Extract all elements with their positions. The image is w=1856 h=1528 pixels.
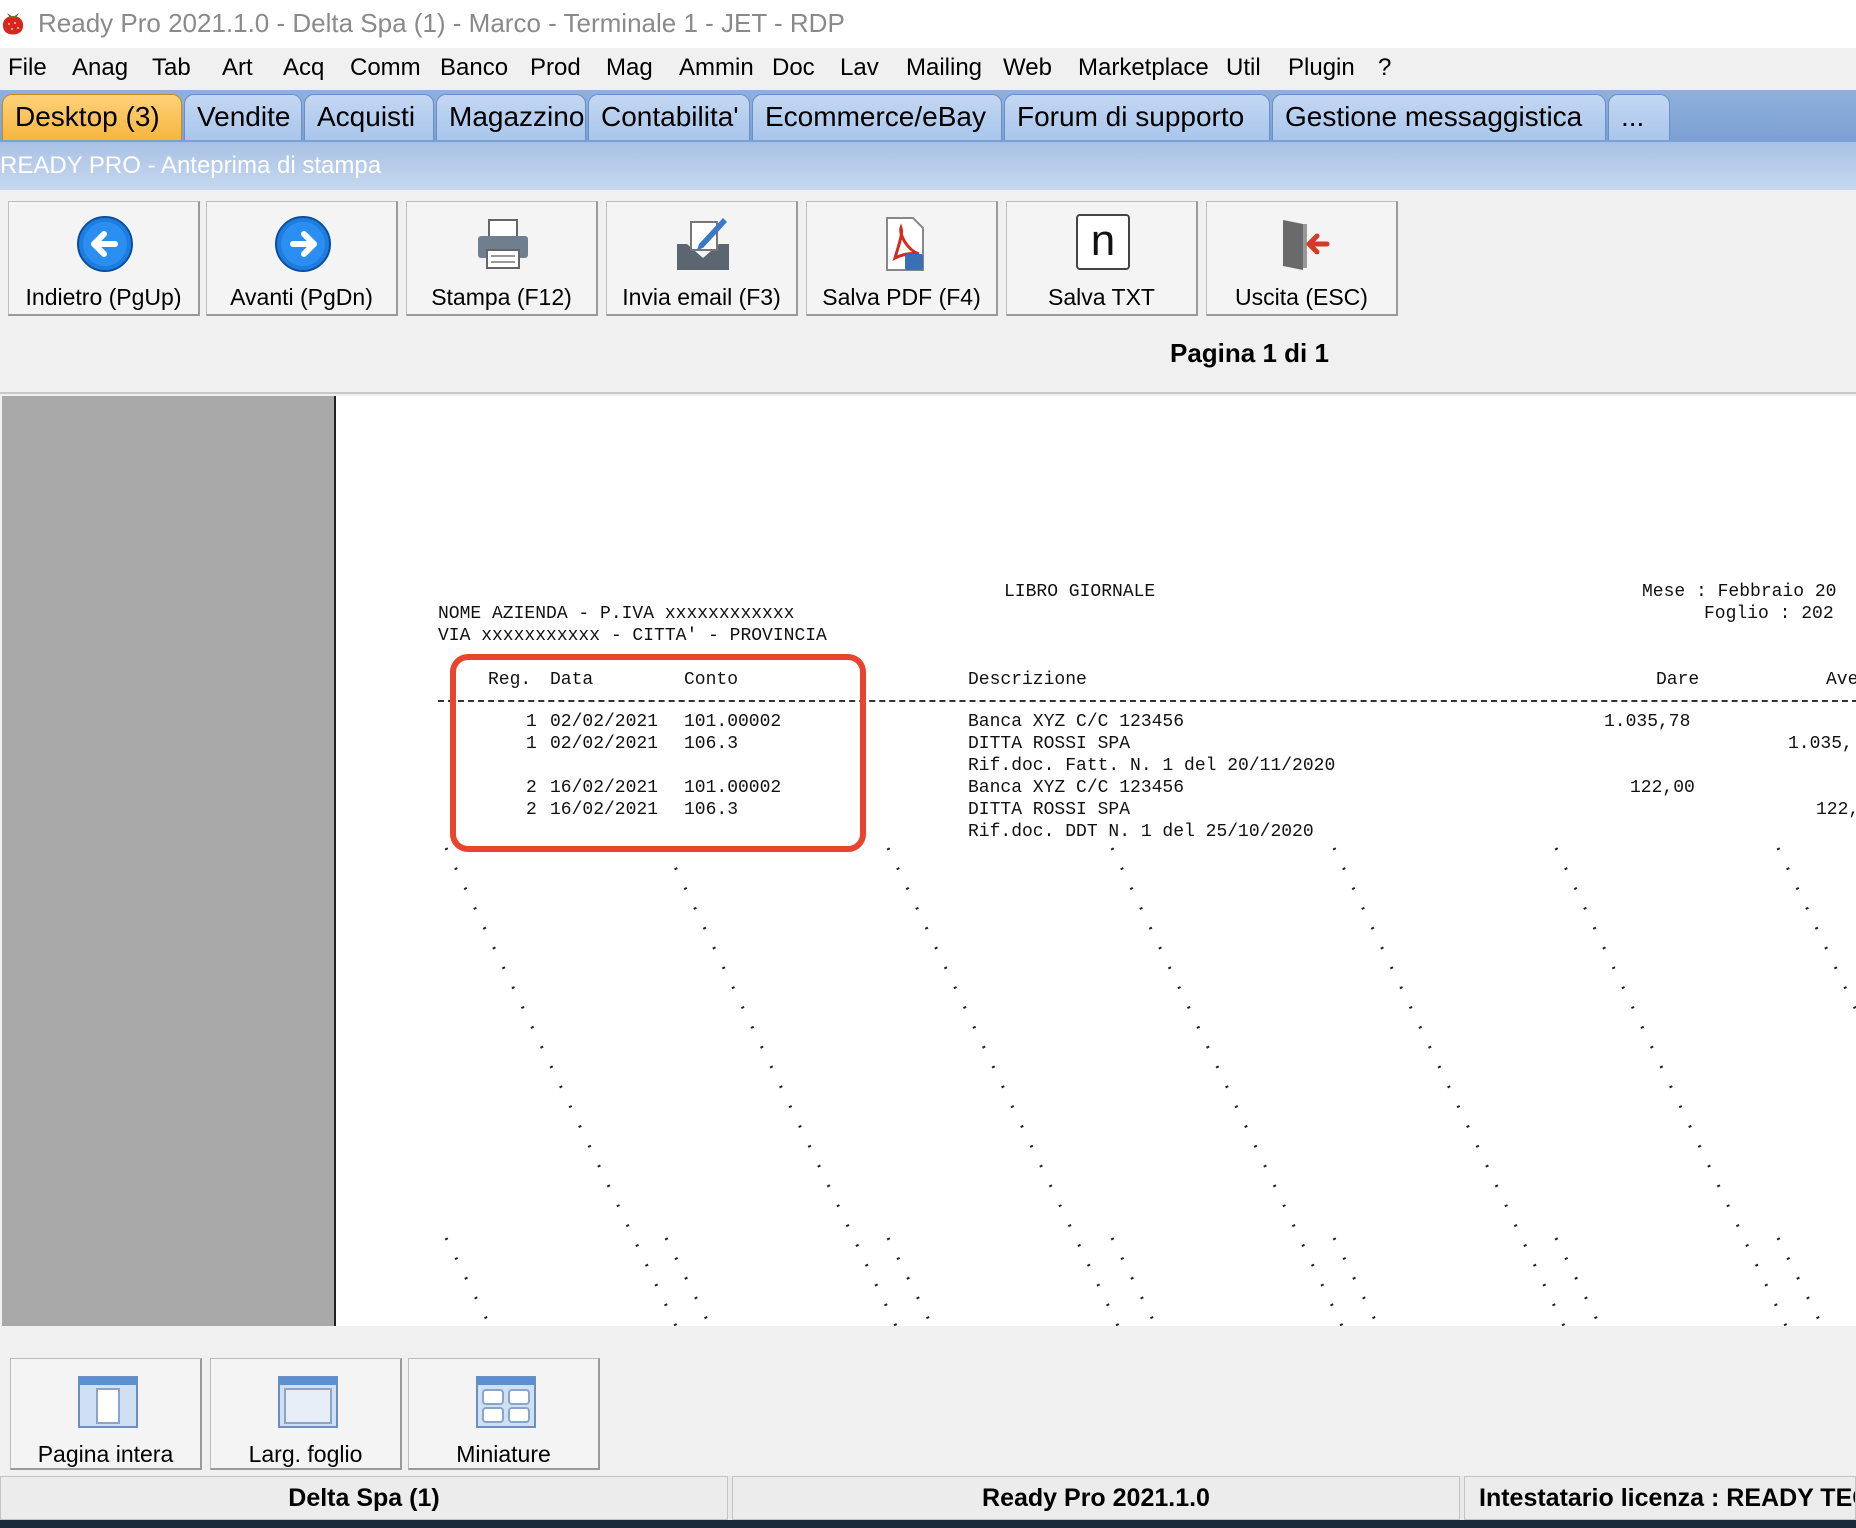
forward-label: Avanti (PgDn) [230, 284, 373, 310]
text-file-icon: n [1076, 214, 1130, 270]
menu-lav[interactable]: Lav [840, 54, 879, 82]
back-button[interactable]: Indietro (PgUp) [8, 201, 200, 316]
page-width-button[interactable]: Larg. foglio [210, 1358, 402, 1470]
back-label: Indietro (PgUp) [25, 284, 182, 310]
email-button[interactable]: Invia email (F3) [606, 201, 798, 316]
row-2-descr: DITTA ROSSI SPA [968, 734, 1131, 754]
menu-comm[interactable]: Comm [350, 54, 421, 82]
menu-mailing[interactable]: Mailing [906, 54, 982, 82]
menu-plugin[interactable]: Plugin [1288, 54, 1355, 82]
menu-doc[interactable]: Doc [772, 54, 815, 82]
preview-page[interactable]: LIBRO GIORNALE Mese : Febbraio 20 Foglio… [334, 396, 1856, 1326]
status-company: Delta Spa (1) [0, 1476, 728, 1520]
thumbnails-label: Miniature [456, 1441, 551, 1467]
tab-acquisti[interactable]: Acquisti [304, 94, 434, 140]
menu-tab[interactable]: Tab [152, 54, 191, 82]
tab-forum[interactable]: Forum di supporto [1004, 94, 1270, 140]
full-page-label: Pagina intera [37, 1441, 174, 1467]
row-2-avere: 1.035, [1788, 734, 1853, 754]
tab-contabilita[interactable]: Contabilita' [588, 94, 750, 140]
text-file-glyph: n [1090, 216, 1116, 265]
header-avere: Ave [1826, 670, 1856, 690]
tab-desktop[interactable]: Desktop (3) [2, 94, 182, 140]
company-line-2: VIA xxxxxxxxxxx - CITTA' - PROVINCIA [438, 626, 827, 646]
thumbnails-icon [476, 1376, 536, 1428]
row-4-descr: Banca XYZ C/C 123456 [968, 778, 1185, 798]
status-license: Intestatario licenza : READY TEC [1464, 1476, 1856, 1520]
menu-mag[interactable]: Mag [606, 54, 653, 82]
title-bar: Ready Pro 2021.1.0 - Delta Spa (1) - Mar… [0, 0, 1856, 48]
print-preview-header: READY PRO - Anteprima di stampa [0, 142, 1856, 190]
save-pdf-button[interactable]: Salva PDF (F4) [806, 201, 998, 316]
tab-magazzino[interactable]: Magazzino [436, 94, 586, 140]
save-txt-button[interactable]: n Salva TXT [1006, 201, 1198, 316]
tab-ecommerce[interactable]: Ecommerce/eBay [752, 94, 1002, 140]
report-month: Mese : Febbraio 20 [1642, 582, 1837, 602]
page-indicator: Pagina 1 di 1 [1170, 338, 1329, 368]
company-line-1: NOME AZIENDA - P.IVA xxxxxxxxxxxx [438, 604, 795, 624]
menu-ammin[interactable]: Ammin [679, 54, 754, 82]
printer-icon [478, 219, 528, 269]
forward-button[interactable]: Avanti (PgDn) [206, 201, 398, 316]
exit-door-icon [1283, 220, 1330, 270]
tab-bar: Desktop (3) Vendite Acquisti Magazzino C… [0, 90, 1856, 142]
tab-more[interactable]: ... [1608, 94, 1670, 140]
row-5-descr: DITTA ROSSI SPA [968, 800, 1131, 820]
exit-button[interactable]: Uscita (ESC) [1206, 201, 1398, 316]
arrow-right-icon [275, 216, 331, 272]
full-page-icon [78, 1376, 138, 1428]
row-5-avere: 122, [1816, 800, 1856, 820]
highlight-box [450, 654, 866, 852]
exit-label: Uscita (ESC) [1235, 284, 1368, 310]
full-page-button[interactable]: Pagina intera [10, 1358, 202, 1470]
row-3-descr: Rif.doc. Fatt. N. 1 del 20/11/2020 [968, 756, 1336, 776]
email-label: Invia email (F3) [622, 284, 781, 310]
page-width-icon [278, 1376, 338, 1428]
menu-anag[interactable]: Anag [72, 54, 128, 82]
pdf-file-icon [886, 217, 924, 271]
row-6-descr: Rif.doc. DDT N. 1 del 25/10/2020 [968, 822, 1314, 842]
menu-prod[interactable]: Prod [530, 54, 581, 82]
menu-help[interactable]: ? [1378, 54, 1391, 82]
menu-banco[interactable]: Banco [440, 54, 508, 82]
header-descrizione: Descrizione [968, 670, 1087, 690]
arrow-left-icon [77, 216, 133, 272]
email-send-icon [677, 218, 729, 270]
menu-marketplace[interactable]: Marketplace [1078, 54, 1209, 82]
report-sheet: Foglio : 202 [1704, 604, 1834, 624]
report-title: LIBRO GIORNALE [1004, 582, 1156, 602]
header-dare: Dare [1656, 670, 1700, 690]
tab-messaggistica[interactable]: Gestione messaggistica [1272, 94, 1606, 140]
menu-file[interactable]: File [8, 54, 47, 82]
menu-art[interactable]: Art [222, 54, 253, 82]
row-1-descr: Banca XYZ C/C 123456 [968, 712, 1185, 732]
row-1-dare: 1.035,78 [1604, 712, 1691, 732]
menu-bar: File Anag Tab Art Acq Comm Banco Prod Ma… [0, 48, 1856, 91]
row-4-dare: 122,00 [1630, 778, 1695, 798]
print-label: Stampa (F12) [431, 284, 572, 310]
menu-acq[interactable]: Acq [283, 54, 324, 82]
page-width-label: Larg. foglio [248, 1441, 363, 1467]
print-button[interactable]: Stampa (F12) [406, 201, 598, 316]
menu-util[interactable]: Util [1226, 54, 1261, 82]
preview-margin [2, 396, 334, 1326]
thumbnails-button[interactable]: Miniature [408, 1358, 600, 1470]
tab-vendite[interactable]: Vendite [184, 94, 302, 140]
status-version: Ready Pro 2021.1.0 [732, 1476, 1460, 1520]
taskbar-edge [0, 1520, 1856, 1528]
window-title: Ready Pro 2021.1.0 - Delta Spa (1) - Mar… [38, 8, 845, 38]
print-preview-title: READY PRO - Anteprima di stampa [0, 152, 382, 179]
save-pdf-label: Salva PDF (F4) [822, 284, 981, 310]
page-background-pattern [444, 847, 1856, 1326]
strawberry-logo-icon [2, 13, 24, 35]
menu-web[interactable]: Web [1003, 54, 1052, 82]
save-txt-label: Salva TXT [1048, 284, 1155, 310]
